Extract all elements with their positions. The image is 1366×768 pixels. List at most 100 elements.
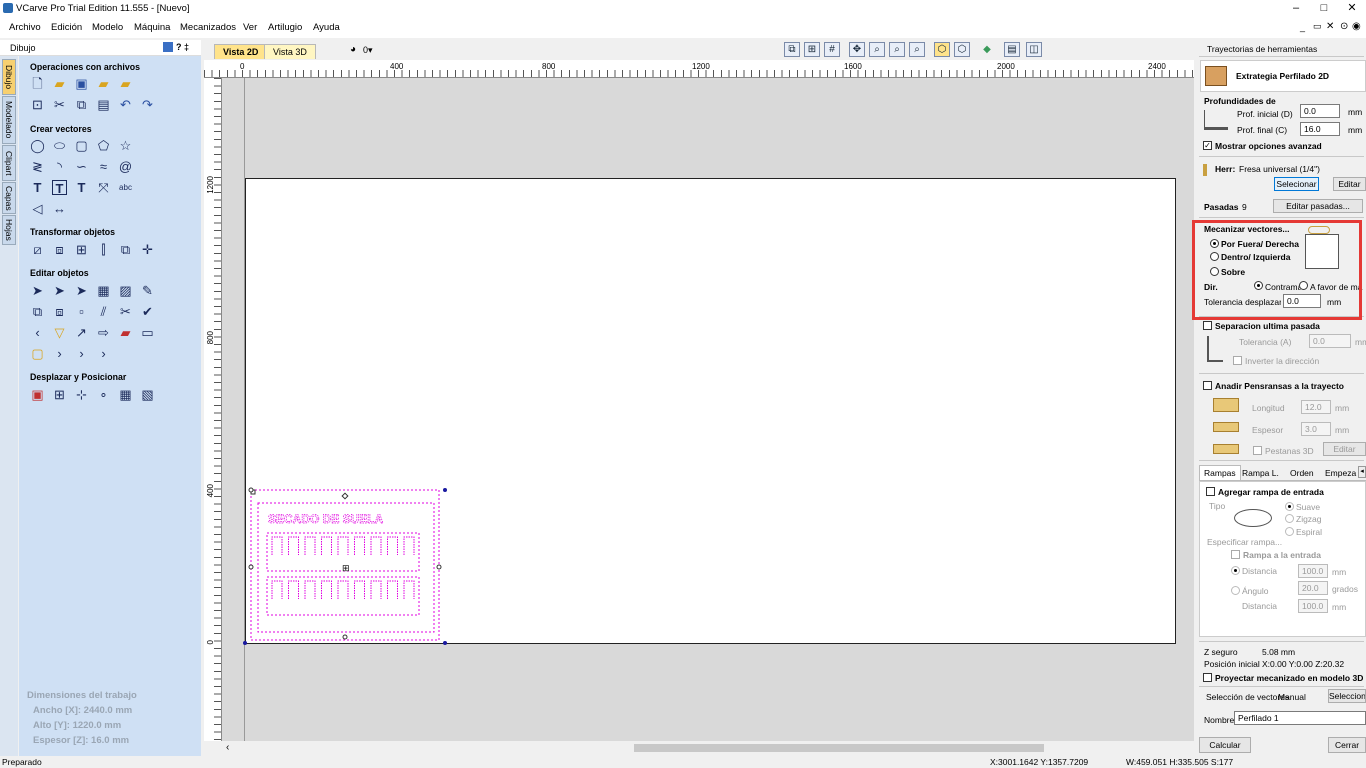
- edit-tool-button[interactable]: Editar: [1333, 177, 1366, 191]
- nesting-icon[interactable]: ▭: [140, 325, 155, 340]
- close-icon[interactable]: ✕: [1338, 0, 1366, 18]
- selected-design[interactable]: SECADO DE SUELA ⊞: [240, 485, 452, 648]
- mdi-settings-icon[interactable]: ⊙: [1340, 21, 1348, 32]
- zoom-box-icon[interactable]: ⌕: [869, 42, 885, 57]
- tab-thickness-input[interactable]: 3.0: [1301, 422, 1331, 436]
- ramp-distance-input[interactable]: 100.0: [1298, 564, 1328, 578]
- close-button[interactable]: Cerrar: [1328, 737, 1366, 753]
- start-depth-input[interactable]: 0.0: [1300, 104, 1340, 118]
- move-icon[interactable]: ⧄: [30, 242, 45, 257]
- save-file-icon[interactable]: ▣: [74, 76, 89, 91]
- pan-icon[interactable]: ✥: [849, 42, 865, 57]
- tab-vista-2d[interactable]: Vista 2D: [214, 44, 268, 59]
- toggle-toolpaths-icon[interactable]: ▤: [1004, 42, 1020, 57]
- edit-tabs-button[interactable]: Editar Pesta: [1323, 442, 1366, 456]
- menu-maquina[interactable]: Máquina: [134, 22, 170, 33]
- account-icon[interactable]: ◉: [1352, 21, 1361, 32]
- sidetab-hojas[interactable]: Hojas: [2, 215, 16, 245]
- import-icon[interactable]: ▰: [96, 76, 111, 91]
- menu-edicion[interactable]: Edición: [51, 22, 82, 33]
- trim-icon[interactable]: ✂: [118, 304, 133, 319]
- tab-rampa-l[interactable]: Rampa L.: [1242, 468, 1279, 478]
- handle[interactable]: [341, 492, 349, 500]
- trace-bitmap-icon[interactable]: abc: [118, 180, 133, 195]
- last-pass-tolerance-input[interactable]: 0.0: [1309, 334, 1351, 348]
- tab-scroll-icon[interactable]: ◂: [1358, 466, 1366, 478]
- model-icon[interactable]: ◆: [979, 42, 995, 57]
- redo-icon[interactable]: ↷: [140, 97, 155, 112]
- subtract-icon[interactable]: ⧈: [52, 304, 67, 319]
- handle[interactable]: [248, 564, 254, 570]
- chamfer-icon[interactable]: ▽: [52, 325, 67, 340]
- select-icon[interactable]: ➤: [30, 283, 45, 298]
- select-vectors-button[interactable]: Selecciona: [1328, 689, 1366, 703]
- star-icon[interactable]: ☆: [118, 138, 133, 153]
- menu-mecanizados[interactable]: Mecanizados: [180, 22, 236, 33]
- sidetab-dibujo[interactable]: Dibujo: [2, 59, 16, 95]
- sidetab-modelado[interactable]: Modelado: [2, 96, 16, 144]
- ramp-spiral-radio[interactable]: [1285, 527, 1294, 536]
- menu-archivo[interactable]: Archivo: [9, 22, 41, 33]
- menu-ayuda[interactable]: Ayuda: [313, 22, 340, 33]
- bounding-box-icon[interactable]: ⊡: [30, 97, 45, 112]
- edit-passes-button[interactable]: Editar pasadas...: [1273, 199, 1363, 213]
- tab-empeza[interactable]: Empeza: [1325, 468, 1356, 478]
- transform-select-icon[interactable]: ➤: [74, 283, 89, 298]
- outside-radio[interactable]: [1210, 239, 1219, 248]
- zoom-in-icon[interactable]: ⌕: [889, 42, 905, 57]
- import-bitmap-icon[interactable]: ▰: [118, 76, 133, 91]
- grid-icon[interactable]: #: [824, 42, 840, 57]
- mirror-icon[interactable]: ⫿: [96, 242, 111, 257]
- dimension-icon[interactable]: ⤧: [96, 180, 111, 195]
- sidetab-capas[interactable]: Capas: [2, 182, 16, 214]
- weld-icon[interactable]: ⧉: [30, 304, 45, 319]
- minimize-icon[interactable]: –: [1282, 0, 1310, 18]
- handle[interactable]: [248, 487, 254, 493]
- open-file-icon[interactable]: ▰: [52, 76, 67, 91]
- align-icon[interactable]: ⊞: [74, 242, 89, 257]
- polyline-icon[interactable]: ≷: [30, 159, 45, 174]
- array-copy-icon[interactable]: ▣: [30, 387, 45, 402]
- paste-icon[interactable]: ▤: [96, 97, 111, 112]
- arc-icon[interactable]: ◝: [52, 159, 67, 174]
- circle-icon[interactable]: ◯: [30, 138, 45, 153]
- mdi-close-icon[interactable]: ✕: [1326, 21, 1334, 32]
- add-ramp-checkbox[interactable]: [1206, 487, 1215, 496]
- on-radio[interactable]: [1210, 267, 1219, 276]
- fit-curves-icon[interactable]: ▢: [30, 346, 45, 361]
- sidetab-clipart[interactable]: Clipart: [2, 145, 16, 181]
- polygon-icon[interactable]: ⬠: [96, 138, 111, 153]
- maximize-icon[interactable]: □: [1310, 0, 1338, 18]
- scale-icon[interactable]: ⧈: [52, 242, 67, 257]
- offset-icon[interactable]: ⇨: [96, 325, 111, 340]
- new-file-icon[interactable]: 🗋: [30, 76, 45, 91]
- angle-icon[interactable]: ◁: [30, 201, 45, 216]
- dogbone-icon[interactable]: ›: [52, 346, 67, 361]
- delete-icon[interactable]: ▨: [118, 283, 133, 298]
- ramp-entry-checkbox[interactable]: [1231, 550, 1240, 559]
- zoom-out-icon[interactable]: ⌕: [909, 42, 925, 57]
- tab-orden[interactable]: Orden: [1290, 468, 1314, 478]
- nest-parts-icon[interactable]: ▦: [118, 387, 133, 402]
- mdi-minimize-icon[interactable]: _: [1300, 22, 1305, 32]
- rectangle-icon[interactable]: ▢: [74, 138, 89, 153]
- text-on-curve-icon[interactable]: T: [74, 180, 89, 195]
- undo-icon[interactable]: ↶: [118, 97, 133, 112]
- ramp-angle-radio[interactable]: [1231, 586, 1240, 595]
- panel-help-controls[interactable]: ? ‡: [176, 42, 189, 52]
- spiral-icon[interactable]: @: [118, 159, 133, 174]
- tab-rampas[interactable]: Rampas: [1199, 465, 1241, 480]
- ramp-zigzag-radio[interactable]: [1285, 514, 1294, 523]
- fillet-icon[interactable]: ‹: [30, 325, 45, 340]
- climb-radio[interactable]: [1254, 281, 1263, 290]
- extend-icon[interactable]: ↗: [74, 325, 89, 340]
- inside-radio[interactable]: [1210, 252, 1219, 261]
- handle[interactable]: [443, 488, 447, 492]
- step-repeat-icon[interactable]: ▧: [140, 387, 155, 402]
- menu-artilugio[interactable]: Artilugio: [268, 22, 302, 33]
- snap-grid-icon[interactable]: ⬡: [954, 42, 970, 57]
- split-view-icon[interactable]: ◫: [1026, 42, 1042, 57]
- tab-length-input[interactable]: 12.0: [1301, 400, 1331, 414]
- advanced-options-checkbox[interactable]: ✓: [1203, 141, 1212, 150]
- cut-icon[interactable]: ✂: [52, 97, 67, 112]
